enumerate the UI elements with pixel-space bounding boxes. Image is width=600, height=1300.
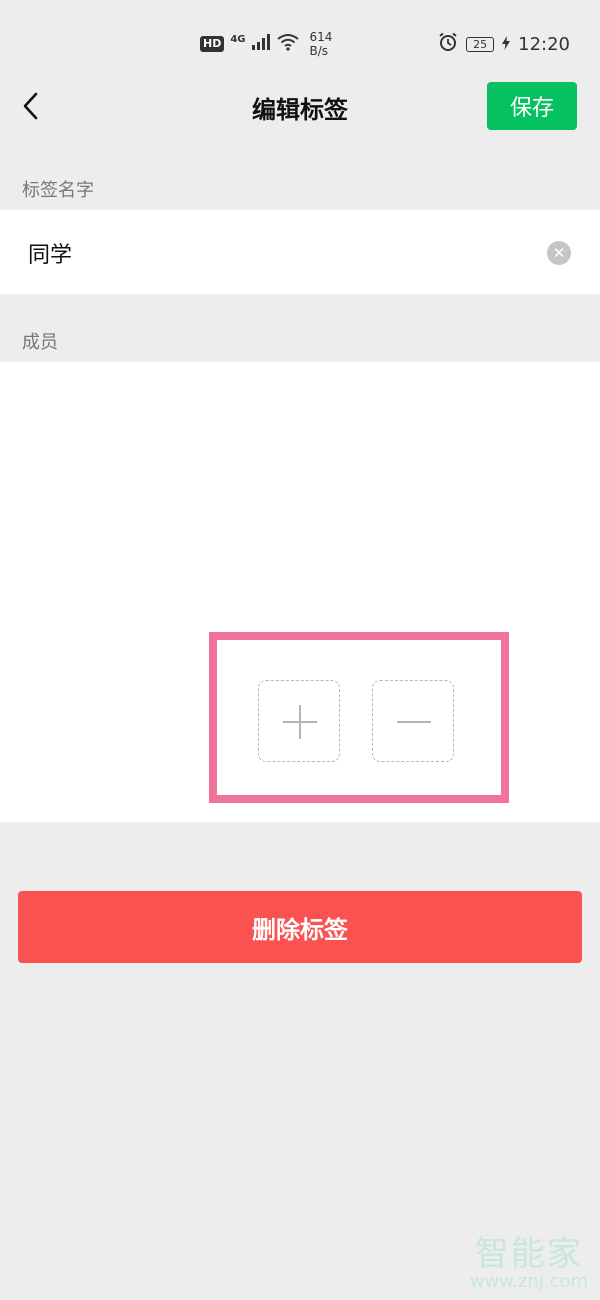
speed-unit: B/s: [309, 44, 329, 58]
tag-name-input[interactable]: [26, 230, 530, 276]
charging-icon: [502, 35, 511, 54]
battery-icon: 25: [466, 36, 495, 52]
back-button[interactable]: [14, 88, 50, 124]
save-button[interactable]: 保存: [487, 82, 577, 130]
signal-icon: [251, 34, 270, 54]
status-right: 25 12:20: [438, 32, 570, 56]
speed-value: 614: [309, 30, 333, 44]
tag-name-row: [0, 210, 600, 294]
chevron-left-icon: [23, 92, 38, 120]
alarm-icon: [438, 32, 458, 56]
plus-icon: [283, 705, 317, 739]
minus-icon: [397, 721, 431, 723]
wifi-icon: [276, 33, 300, 55]
status-bar: HD 4G 614 B/s 25 12:20: [0, 0, 600, 72]
battery-level: 25: [473, 37, 488, 51]
status-center: HD 4G 614 B/s: [200, 30, 332, 58]
network-speed: 614 B/s: [310, 30, 333, 58]
clear-button[interactable]: ✕: [547, 241, 571, 265]
hd-badge: HD: [200, 36, 225, 52]
remove-member-button[interactable]: [372, 680, 454, 762]
add-member-button[interactable]: [258, 680, 340, 762]
network-type: 4G: [230, 33, 246, 45]
members-label: 成员: [22, 332, 58, 353]
watermark: 智能家 www.znj.com: [470, 1226, 588, 1292]
nav-bar: 编辑标签 保存: [0, 72, 600, 142]
tag-name-label: 标签名字: [22, 180, 94, 201]
clear-icon: ✕: [552, 244, 566, 262]
delete-tag-button[interactable]: 删除标签: [18, 891, 582, 963]
watermark-text: 智能家: [474, 1234, 583, 1274]
watermark-url: www.znj.com: [469, 1271, 588, 1292]
clock: 12:20: [518, 33, 570, 55]
